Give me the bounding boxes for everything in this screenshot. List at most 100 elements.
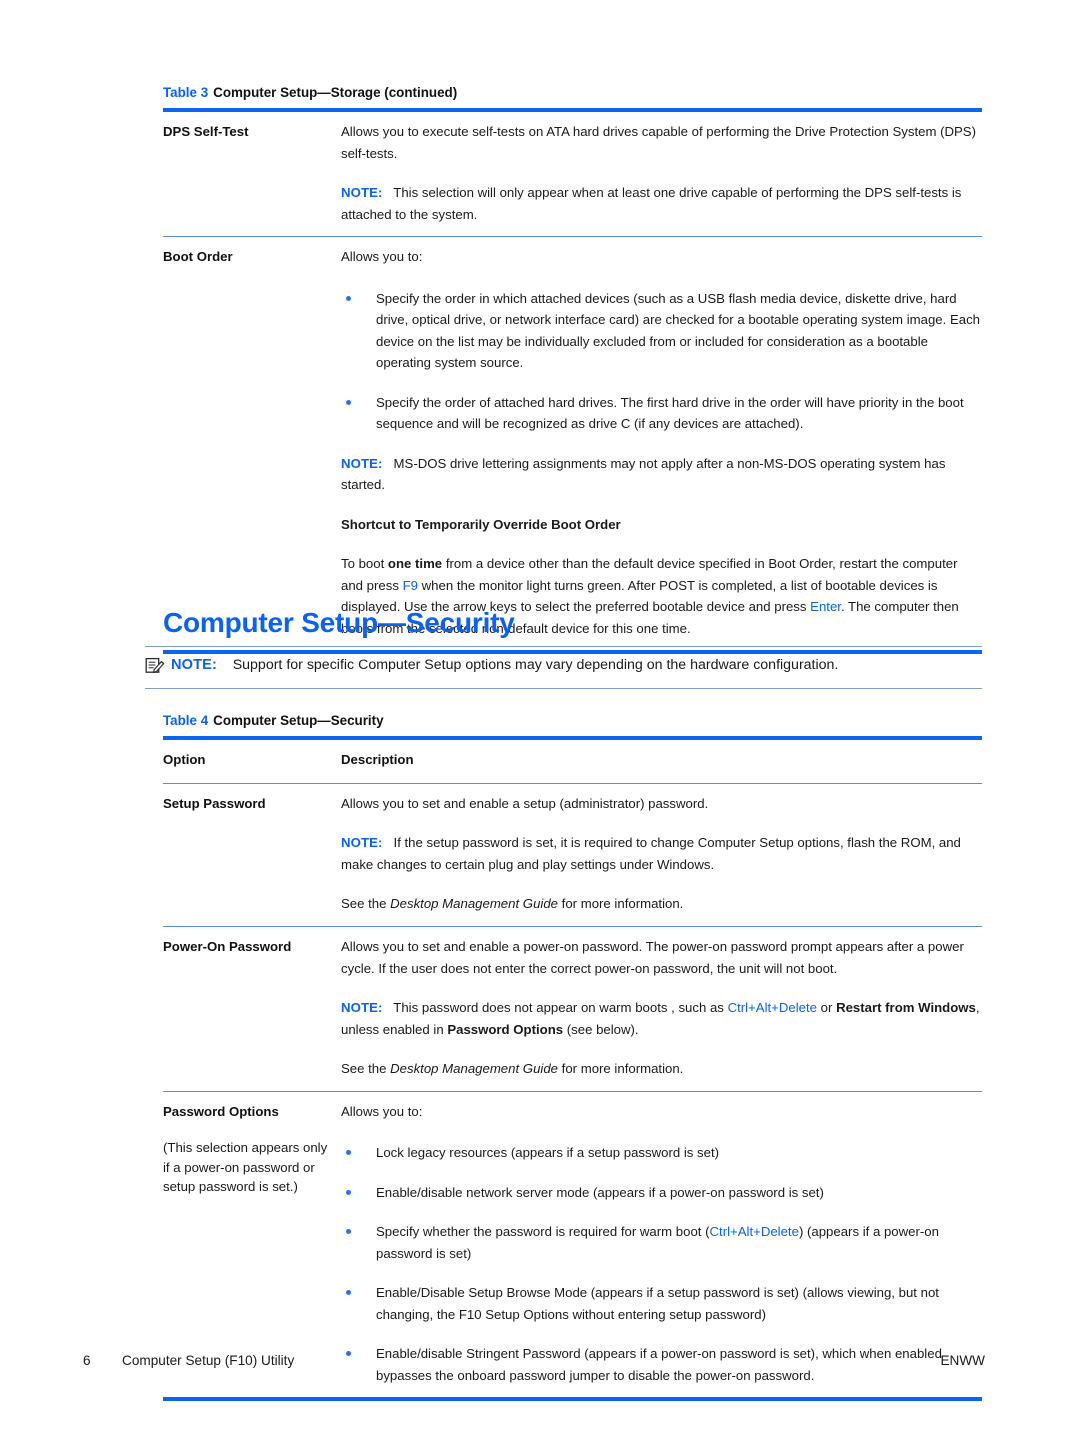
guide-title: Desktop Management Guide — [390, 896, 558, 912]
note-label: NOTE: — [171, 657, 217, 674]
table-row-option-cell: Power-On Password — [163, 936, 341, 958]
key-ctrl: Ctrl — [709, 1224, 731, 1240]
note-text: MS-DOS drive lettering assignments may n… — [341, 455, 946, 493]
note-text-part-4: (see below). — [563, 1021, 639, 1037]
password-options-bullet-list: Lock legacy resources (appears if a setu… — [341, 1142, 982, 1386]
table-3-caption: Table 3 Computer Setup—Storage (continued… — [163, 84, 982, 102]
key-delete: Delete — [778, 1000, 817, 1016]
table-4-bottom-rule — [163, 1397, 982, 1402]
description-paragraph: Allows you to: — [341, 249, 423, 265]
option-label: Setup Password — [163, 795, 266, 811]
column-header-description: Description — [341, 752, 414, 767]
bold-restart-from-windows: Restart from Windows — [836, 1000, 976, 1016]
header-cell-description: Description — [341, 749, 982, 771]
table-4: Table 4 Computer Setup—Security Option De… — [163, 712, 982, 1402]
option-label: Password Options — [163, 1103, 279, 1119]
note-callout-body: NOTE: Support for specific Computer Setu… — [145, 647, 982, 688]
note-paragraph: NOTE: This selection will only appear wh… — [341, 182, 982, 225]
option-label: DPS Self-Test — [163, 124, 249, 139]
description-paragraph: Allows you to execute self-tests on ATA … — [341, 124, 976, 161]
key-alt: Alt — [755, 1000, 772, 1016]
column-header-option: Option — [163, 752, 206, 767]
bold-password-options: Password Options — [447, 1021, 564, 1037]
table-row: DPS Self-Test Allows you to execute self… — [163, 112, 982, 236]
table-row-description-cell: Allows you to set and enable a setup (ad… — [341, 793, 982, 915]
list-item: Lock legacy resources (appears if a setu… — [341, 1142, 982, 1164]
table-3-caption-text: Computer Setup—Storage (continued) — [213, 85, 458, 100]
note-text: Support for specific Computer Setup opti… — [232, 657, 839, 674]
note-label: NOTE: — [341, 1000, 383, 1016]
note-pencil-icon — [145, 654, 171, 680]
key-sep-1: + — [748, 1000, 756, 1016]
table-3-caption-number: Table 3 — [163, 85, 209, 100]
note-text: This selection will only appear when at … — [341, 185, 962, 222]
table-row-option-cell: Boot Order — [163, 246, 341, 268]
shortcut-subheading: Shortcut to Temporarily Override Boot Or… — [341, 516, 621, 532]
list-item: Enable/Disable Setup Browse Mode (appear… — [341, 1282, 982, 1325]
note-text: If the setup password is set, it is requ… — [341, 835, 961, 872]
see-guide-paragraph: See the Desktop Management Guide for mor… — [341, 1058, 982, 1080]
table-row-description-cell: Allows you to execute self-tests on ATA … — [341, 121, 982, 225]
option-label: Boot Order — [163, 249, 233, 265]
description-paragraph: Allows you to set and enable a power-on … — [341, 939, 964, 976]
see-guide-paragraph: See the Desktop Management Guide for mor… — [341, 893, 982, 915]
header-cell-option: Option — [163, 749, 341, 771]
note-callout-text: NOTE: Support for specific Computer Setu… — [171, 654, 982, 677]
list-item: Specify whether the password is required… — [341, 1221, 982, 1264]
see-guide-pre: See the — [341, 1061, 391, 1077]
key-delete: Delete — [760, 1224, 799, 1240]
table-4-caption: Table 4 Computer Setup—Security — [163, 712, 982, 730]
see-guide-post: for more information. — [558, 1061, 684, 1077]
option-label: Power-On Password — [163, 939, 292, 955]
note-paragraph: NOTE: MS-DOS drive lettering assignments… — [341, 453, 982, 496]
table-3: Table 3 Computer Setup—Storage (continued… — [163, 84, 982, 655]
note-label: NOTE: — [341, 455, 383, 471]
key-enter: Enter — [810, 599, 841, 615]
note-callout: NOTE: Support for specific Computer Setu… — [145, 646, 982, 690]
table-row: Power-On Password Allows you to set and … — [163, 927, 982, 1091]
key-sep-1: + — [730, 1224, 738, 1240]
table-row: Boot Order Allows you to: Specify the or… — [163, 237, 982, 650]
list-item: Specify the order of attached hard drive… — [341, 392, 982, 435]
table-row: Password Options (This selection appears… — [163, 1092, 982, 1398]
table-4-header-row: Option Description — [163, 740, 982, 783]
note-text-part-2: or — [817, 1000, 837, 1016]
table-4-caption-text: Computer Setup—Security — [213, 713, 384, 728]
page-title: Computer Setup—Security — [163, 607, 515, 638]
note-bottom-rule — [145, 688, 982, 690]
document-page: Table 3 Computer Setup—Storage (continued… — [0, 0, 1080, 1437]
list-item: Enable/disable Stringent Password (appea… — [341, 1343, 982, 1386]
shortcut-part-1: To boot — [341, 556, 388, 572]
table-row-option-cell: Setup Password — [163, 793, 341, 815]
table-row-option-cell: DPS Self-Test — [163, 121, 341, 143]
key-sep-2: + — [771, 1000, 779, 1016]
table-4-caption-number: Table 4 — [163, 713, 209, 728]
key-sep-2: + — [753, 1224, 761, 1240]
key-ctrl: Ctrl — [727, 1000, 749, 1016]
footer-page-number: 6 — [83, 1353, 91, 1368]
note-text-part-1: This password does not appear on warm bo… — [393, 1000, 728, 1016]
see-guide-post: for more information. — [558, 896, 684, 912]
shortcut-bold-one-time: one time — [387, 556, 443, 572]
table-row-description-cell: Allows you to: Lock legacy resources (ap… — [341, 1101, 982, 1387]
note-paragraph: NOTE: This password does not appear on w… — [341, 997, 982, 1040]
note-label: NOTE: — [341, 835, 383, 851]
footer-locale: ENWW — [940, 1353, 985, 1368]
table-row: Setup Password Allows you to set and ena… — [163, 784, 982, 926]
list-item-part-1: Specify whether the password is required… — [376, 1224, 710, 1240]
note-label: NOTE: — [341, 185, 383, 200]
option-sublabel: (This selection appears only if a power-… — [163, 1140, 328, 1195]
boot-order-bullet-list: Specify the order in which attached devi… — [341, 288, 982, 435]
guide-title: Desktop Management Guide — [390, 1061, 558, 1077]
key-alt: Alt — [737, 1224, 754, 1240]
see-guide-pre: See the — [341, 896, 391, 912]
table-row-option-cell: Password Options (This selection appears… — [163, 1101, 341, 1197]
description-paragraph: Allows you to set and enable a setup (ad… — [341, 795, 709, 811]
key-f9: F9 — [402, 577, 418, 593]
table-row-description-cell: Allows you to: Specify the order in whic… — [341, 246, 982, 639]
table-row-description-cell: Allows you to set and enable a power-on … — [341, 936, 982, 1080]
description-paragraph: Allows you to: — [341, 1103, 423, 1119]
footer-title: Computer Setup (F10) Utility — [122, 1353, 295, 1368]
note-paragraph: NOTE: If the setup password is set, it i… — [341, 832, 982, 875]
list-item: Specify the order in which attached devi… — [341, 288, 982, 374]
